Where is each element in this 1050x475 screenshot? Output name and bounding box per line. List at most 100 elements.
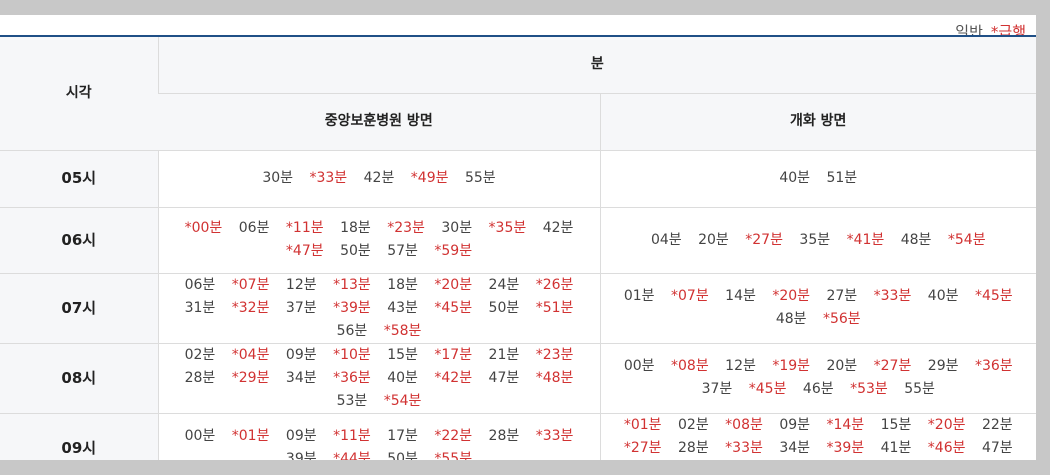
normal-departure: 29분: [927, 358, 959, 374]
express-departure: *35분: [488, 220, 527, 236]
normal-departure: 27분: [826, 288, 858, 304]
normal-departure: 53분: [336, 392, 368, 409]
table-row: 07시 06분 *07분 12분 *13분 18분 *20분 24분 *26분 3…: [0, 273, 1036, 344]
normal-departure: 28분: [678, 439, 709, 456]
normal-departure: 50분: [340, 243, 371, 259]
hour-cell: 08시: [0, 343, 158, 414]
express-departure: *36분: [333, 369, 371, 386]
normal-departure: 15분: [880, 416, 912, 433]
express-departure: *29분: [231, 369, 270, 386]
express-departure: *26분: [535, 276, 574, 293]
normal-departure: 42분: [363, 170, 395, 186]
express-departure: *10분: [333, 346, 371, 363]
normal-departure: 55분: [904, 381, 935, 397]
normal-departure: 02분: [678, 416, 709, 433]
normal-departure: 47분: [981, 439, 1013, 456]
direction-header-1: 중앙보훈병원 방면: [158, 93, 600, 151]
express-departure: *20분: [772, 288, 811, 304]
express-departure: *14분: [826, 416, 865, 433]
normal-departure: 15분: [387, 346, 418, 363]
express-departure: *27분: [623, 439, 662, 456]
normal-departure: 06분: [238, 220, 270, 236]
express-departure: *48분: [535, 369, 574, 386]
normal-departure: 30분: [441, 220, 473, 236]
express-departure: *11분: [333, 428, 371, 444]
express-departure: *27분: [873, 358, 912, 374]
normal-departure: 18분: [340, 220, 371, 236]
timetable-panel: 일반 *급행 시각 분 중앙보훈병원 방면 개화 방면 05시 30분 *33분 4…: [0, 15, 1036, 460]
normal-departure: 40분: [779, 170, 811, 186]
normal-departure: 57분: [387, 243, 418, 259]
express-departure: *33분: [309, 170, 348, 186]
express-departure: *11분: [285, 220, 324, 236]
minutes-cell-dir2: 01분 *07분 14분 *20분 27분 *33분 40분 *45분 48분 …: [599, 273, 1036, 344]
express-departure: *45분: [974, 288, 1013, 304]
express-departure: *56분: [822, 311, 861, 327]
normal-departure: 40분: [927, 288, 959, 304]
normal-departure: 47분: [488, 369, 520, 386]
express-departure: *23분: [535, 346, 574, 363]
normal-departure: 34분: [779, 439, 811, 456]
normal-departure: 01분: [623, 288, 655, 304]
timetable-body: 05시 30분 *33분 42분 *49분 55분 40분 51분 06시 *00분…: [0, 150, 1036, 460]
express-departure: *51분: [535, 299, 574, 316]
hour-cell: 09시: [0, 413, 158, 460]
express-departure: *45분: [434, 299, 473, 316]
minutes-cell-dir1: 02분 *04분 09분 *10분 15분 *17분 21분 *23분 28분 …: [157, 343, 600, 414]
express-departure: *54분: [947, 231, 986, 248]
hour-cell: 07시: [0, 273, 158, 344]
table-row: 09시 00분 *01분 09분 *11분 17분 *22분 28분 *33분 3…: [0, 413, 1036, 460]
express-departure: *55분: [434, 451, 473, 460]
normal-departure: 51분: [826, 170, 858, 186]
express-departure: *00분: [184, 220, 223, 236]
normal-departure: 17분: [387, 428, 418, 444]
minutes-cell-dir1: 30분 *33분 42분 *49분 55분: [157, 150, 600, 208]
express-departure: *59분: [434, 243, 473, 259]
express-departure: *22분: [434, 428, 473, 444]
express-departure: *08분: [725, 416, 763, 433]
normal-departure: 35분: [799, 231, 831, 248]
hour-cell: 05시: [0, 150, 158, 208]
express-departure: *45분: [748, 381, 787, 397]
normal-departure: 04분: [650, 231, 682, 248]
express-departure: *13분: [333, 276, 371, 293]
normal-departure: 34분: [285, 369, 317, 386]
express-departure: *20분: [434, 276, 473, 293]
express-departure: *41분: [846, 231, 885, 248]
normal-departure: 41분: [880, 439, 912, 456]
minutes-cell-dir1: 00분 *01분 09분 *11분 17분 *22분 28분 *33분 39분 …: [157, 413, 600, 460]
express-departure: *33분: [535, 428, 574, 444]
normal-departure: 06분: [184, 276, 216, 293]
express-departure: *01분: [623, 416, 662, 433]
express-departure: *01분: [231, 428, 270, 444]
normal-departure: 20분: [826, 358, 858, 374]
express-departure: *33분: [725, 439, 763, 456]
normal-departure: 09분: [285, 428, 317, 444]
hour-cell: 06시: [0, 207, 158, 274]
normal-departure: 50분: [387, 451, 418, 460]
express-departure: *49분: [410, 170, 449, 186]
table-row: 05시 30분 *33분 42분 *49분 55분 40분 51분: [0, 150, 1036, 208]
normal-departure: 30분: [262, 170, 294, 186]
normal-departure: 22분: [981, 416, 1013, 433]
minutes-cell-dir2: 00분 *08분 12분 *19분 20분 *27분 29분 *36분 37분 …: [599, 343, 1036, 414]
normal-departure: 42분: [542, 220, 574, 236]
express-departure: *07분: [231, 276, 270, 293]
minute-column-header: 분: [157, 36, 1036, 94]
normal-departure: 02분: [184, 346, 216, 363]
normal-departure: 20분: [698, 231, 729, 248]
table-row: 08시 02분 *04분 09분 *10분 15분 *17분 21분 *23분 2…: [0, 343, 1036, 414]
normal-departure: 00분: [184, 428, 216, 444]
normal-departure: 21분: [488, 346, 520, 363]
express-departure: *07분: [671, 288, 709, 304]
minutes-cell-dir2: 40분 51분: [599, 150, 1036, 208]
express-departure: *32분: [231, 299, 270, 316]
express-departure: *42분: [434, 369, 473, 386]
time-column-header: 시각: [0, 36, 158, 151]
express-departure: *39분: [333, 299, 371, 316]
normal-departure: 09분: [779, 416, 811, 433]
minutes-cell-dir1: *00분 06분 *11분 18분 *23분 30분 *35분 42분 *47분…: [157, 207, 600, 274]
express-departure: *33분: [873, 288, 912, 304]
normal-departure: 40분: [387, 369, 418, 386]
normal-departure: 18분: [387, 276, 418, 293]
